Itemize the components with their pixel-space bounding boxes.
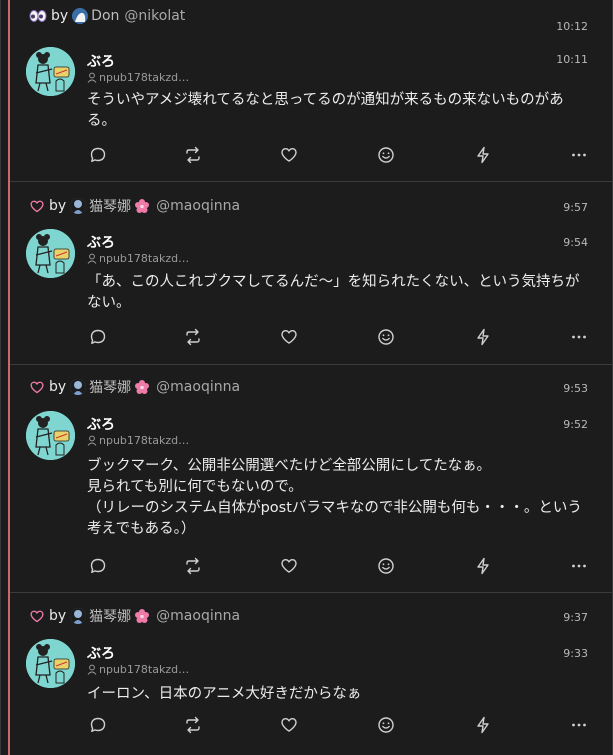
notification-item[interactable]: by 猫琴娜 @maoqinna 9:57 ぶろ npub178takzd… 9… [10,182,613,365]
heart-icon [29,609,45,624]
more-icon[interactable] [569,715,589,735]
action-bar [88,327,588,347]
like-icon[interactable] [279,145,299,165]
reply-icon[interactable] [88,715,108,735]
repost-icon[interactable] [183,327,203,347]
by-label: by [51,8,69,24]
repost-icon[interactable] [183,556,203,576]
author-npub[interactable]: npub178takzd… [87,434,189,447]
by-label: by [49,198,67,214]
repost-icon[interactable] [183,145,203,165]
post-time[interactable]: 9:54 [563,236,588,249]
zap-icon[interactable] [473,556,493,576]
author-avatar[interactable] [26,229,75,278]
post-content: ブックマーク、公開非公開選べたけど全部公開にしてたなぁ。 見られても別に何でもな… [87,458,582,537]
like-icon[interactable] [279,327,299,347]
eyes-icon [29,9,47,23]
notification-item[interactable]: by 猫琴娜 @maoqinna 9:53 ぶろ npub178takzd… 9… [10,365,613,593]
author-name[interactable]: ぶろ [87,51,115,71]
zap-icon[interactable] [473,145,493,165]
notification-feed: by Don @nikolat 10:12 ぶろ npub178takzd… 1… [0,0,613,755]
reply-icon[interactable] [88,327,108,347]
author-name[interactable]: ぶろ [87,643,115,663]
more-icon[interactable] [569,327,589,347]
author-name[interactable]: ぶろ [87,414,115,434]
zap-icon[interactable] [473,327,493,347]
flower-icon [134,198,150,214]
by-label: by [49,379,67,395]
reactor-avatar[interactable] [70,379,87,395]
post-time[interactable]: 10:11 [556,53,588,66]
reaction-time: 10:12 [556,20,588,33]
post-time[interactable]: 9:52 [563,418,588,431]
reactor-handle[interactable]: @maoqinna [156,379,240,395]
reaction-time: 9:57 [563,201,588,214]
zap-icon[interactable] [473,715,493,735]
reactor-avatar[interactable] [70,198,87,214]
heart-icon [29,199,45,214]
reply-icon[interactable] [88,145,108,165]
reaction-header: by Don @nikolat [29,8,185,24]
flower-icon [134,608,150,624]
reactor-handle[interactable]: @maoqinna [156,608,240,624]
author-avatar[interactable] [26,411,75,460]
more-icon[interactable] [569,145,589,165]
reaction-time: 9:37 [563,611,588,624]
repost-icon[interactable] [183,715,203,735]
author-avatar[interactable] [26,47,75,96]
like-icon[interactable] [279,556,299,576]
author-npub[interactable]: npub178takzd… [87,252,189,265]
npub-text: npub178takzd… [99,71,190,84]
post-time[interactable]: 9:33 [563,647,588,660]
action-bar [88,556,588,576]
user-icon [87,253,97,264]
reactor-name[interactable]: Don [91,8,119,24]
npub-text: npub178takzd… [99,252,190,265]
author-npub[interactable]: npub178takzd… [87,71,189,84]
user-icon [87,435,97,446]
reaction-time: 9:53 [563,382,588,395]
reactor-name[interactable]: 猫琴娜 [89,196,131,216]
reply-icon[interactable] [88,556,108,576]
notification-item[interactable]: by Don @nikolat 10:12 ぶろ npub178takzd… 1… [10,0,613,182]
action-bar [88,145,588,165]
action-bar [88,715,588,735]
heart-icon [29,380,45,395]
notification-item[interactable]: by 猫琴娜 @maoqinna 9:37 ぶろ npub178takzd… 9… [10,593,613,755]
reactor-handle[interactable]: @maoqinna [156,198,240,214]
more-icon[interactable] [569,556,589,576]
author-avatar[interactable] [26,639,75,688]
post-content: そういやアメジ壊れてるなと思ってるのが通知が来るもの来ないものがある。 [87,92,564,129]
author-name[interactable]: ぶろ [87,232,115,252]
emoji-reaction-icon[interactable] [376,715,396,735]
reactor-avatar[interactable] [70,608,87,624]
post-content: 「あ、この人これブクマしてるんだ〜」を知られたくない、という気持ちがない。 [87,274,580,311]
by-label: by [49,608,67,624]
user-icon [87,664,97,675]
reaction-header: by 猫琴娜 @maoqinna [29,196,240,216]
emoji-reaction-icon[interactable] [376,327,396,347]
emoji-reaction-icon[interactable] [376,556,396,576]
reactor-avatar[interactable] [72,8,89,24]
flower-icon [134,379,150,395]
reactor-handle[interactable]: @nikolat [124,8,185,24]
user-icon [87,72,97,83]
like-icon[interactable] [279,715,299,735]
reactor-name[interactable]: 猫琴娜 [89,606,131,626]
npub-text: npub178takzd… [99,434,190,447]
reactor-name[interactable]: 猫琴娜 [89,377,131,397]
author-npub[interactable]: npub178takzd… [87,663,189,676]
reaction-header: by 猫琴娜 @maoqinna [29,606,240,626]
reaction-header: by 猫琴娜 @maoqinna [29,377,240,397]
emoji-reaction-icon[interactable] [376,145,396,165]
post-content: イーロン、日本のアニメ大好きだからなぁ [87,686,362,702]
npub-text: npub178takzd… [99,663,190,676]
